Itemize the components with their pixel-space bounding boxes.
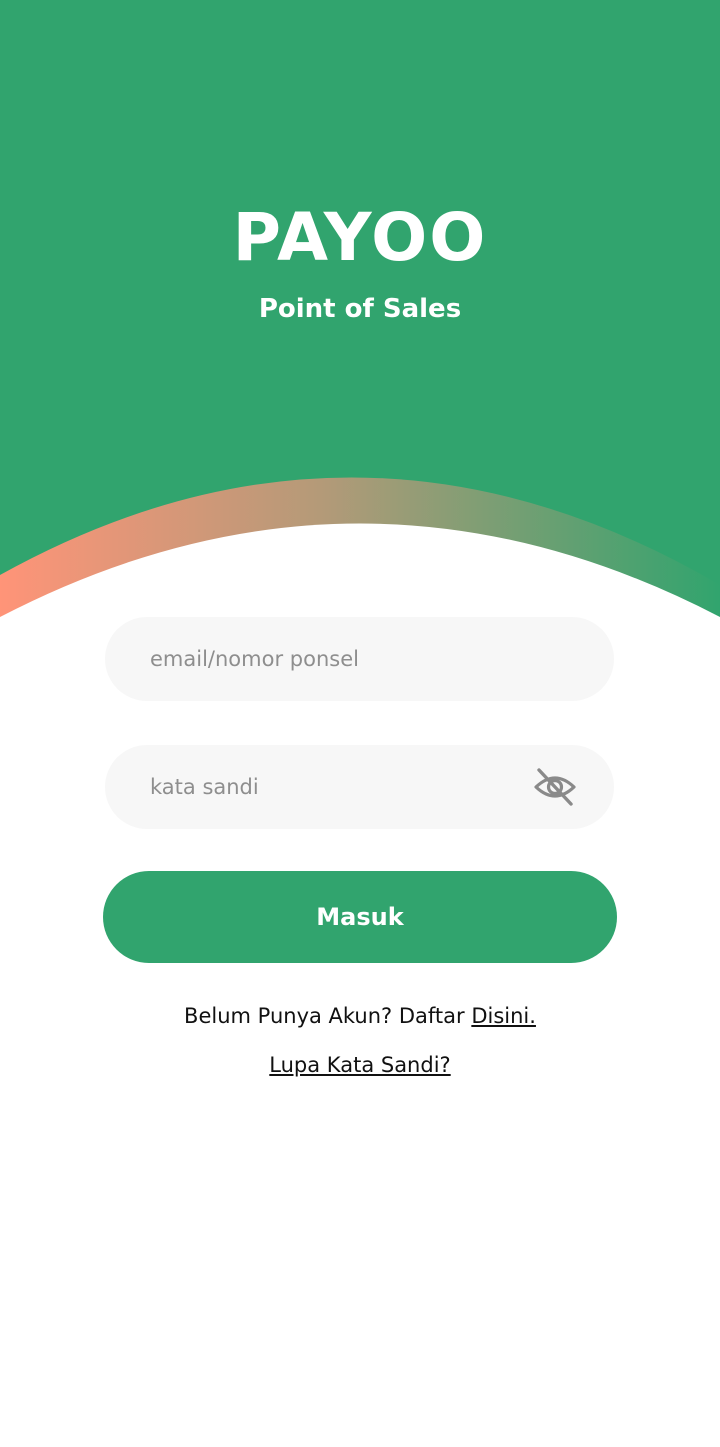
email-input[interactable] [150, 617, 510, 701]
register-prompt-line: Belum Punya Akun? Daftar Disini. [0, 1000, 720, 1032]
register-prompt-text: Belum Punya Akun? Daftar [184, 1004, 472, 1028]
forgot-password-link[interactable]: Lupa Kata Sandi? [269, 1053, 450, 1077]
brand-title: PAYOO [232, 199, 488, 276]
eye-slash-icon[interactable] [533, 766, 577, 808]
password-field-container [105, 745, 614, 829]
login-button[interactable]: Masuk [103, 871, 617, 963]
password-input[interactable] [150, 745, 510, 829]
register-link[interactable]: Disini. [471, 1004, 536, 1028]
email-field-container [105, 617, 614, 701]
brand-tagline: Point of Sales [258, 294, 462, 324]
forgot-password-line: Lupa Kata Sandi? [0, 1049, 720, 1081]
